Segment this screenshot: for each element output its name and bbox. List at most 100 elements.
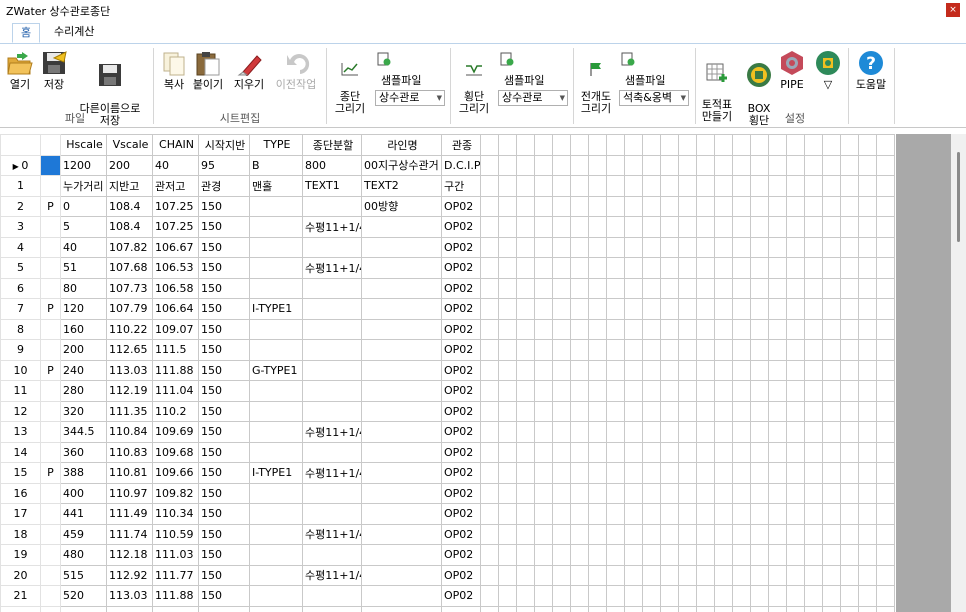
grid-cell[interactable]: 150 (198, 605, 250, 612)
grid-cell[interactable] (750, 154, 769, 176)
grid-cell[interactable] (552, 257, 571, 279)
grid-cell[interactable] (660, 277, 679, 299)
grid-cell[interactable] (606, 318, 625, 340)
grid-cell[interactable] (660, 421, 679, 443)
grid-cell[interactable] (570, 585, 589, 607)
grid-cell[interactable]: 110.59 (152, 523, 199, 545)
grid-cell[interactable] (750, 298, 769, 320)
grid-cell[interactable] (858, 175, 877, 197)
grid-cell[interactable] (696, 359, 715, 381)
grid-cell[interactable] (570, 482, 589, 504)
grid-cell[interactable] (570, 544, 589, 566)
grid-cell[interactable] (804, 318, 823, 340)
grid-cell[interactable] (732, 605, 751, 612)
grid-cell[interactable] (678, 154, 697, 176)
grid-cell[interactable] (552, 216, 571, 238)
grid-cell[interactable] (840, 523, 859, 545)
grid-cell[interactable] (714, 564, 733, 586)
grid-cell[interactable] (678, 359, 697, 381)
grid-cell[interactable] (660, 318, 679, 340)
grid-cell[interactable] (552, 523, 571, 545)
grid-cell[interactable] (361, 318, 442, 340)
grid-cell[interactable] (732, 441, 751, 463)
grid-cell[interactable] (302, 400, 362, 422)
grid-cell[interactable] (768, 503, 787, 525)
grid-cell[interactable] (302, 441, 362, 463)
grid-cell[interactable] (249, 257, 303, 279)
grid-cell[interactable] (732, 421, 751, 443)
grid-cell[interactable] (858, 318, 877, 340)
grid-cell[interactable] (624, 380, 643, 402)
grid-cell[interactable] (249, 421, 303, 443)
grid-cell[interactable] (588, 544, 607, 566)
grid-cell[interactable] (714, 523, 733, 545)
grid-cell[interactable] (750, 175, 769, 197)
grid-cell[interactable] (732, 462, 751, 484)
grid-cell[interactable] (534, 564, 553, 586)
grid-cell[interactable] (606, 380, 625, 402)
grid-cell[interactable] (786, 605, 805, 612)
grid-cell[interactable] (732, 400, 751, 422)
grid-cell[interactable] (606, 544, 625, 566)
grid-cell[interactable] (516, 544, 535, 566)
grid-cell[interactable] (786, 175, 805, 197)
column-header[interactable] (786, 134, 805, 156)
grid-cell[interactable] (534, 421, 553, 443)
grid-cell[interactable] (822, 216, 841, 238)
grid-cell[interactable] (588, 564, 607, 586)
grid-cell[interactable]: 107.73 (106, 277, 153, 299)
grid-cell[interactable] (642, 462, 661, 484)
grid-cell[interactable] (696, 216, 715, 238)
grid-cell[interactable] (822, 236, 841, 258)
grid-cell[interactable] (840, 359, 859, 381)
grid-cell[interactable] (678, 380, 697, 402)
grid-cell[interactable] (624, 359, 643, 381)
grid-cell[interactable] (516, 585, 535, 607)
grid-cell[interactable] (516, 257, 535, 279)
column-header[interactable] (660, 134, 679, 156)
row-flag[interactable] (40, 236, 61, 258)
grid-cell[interactable] (516, 421, 535, 443)
grid-cell[interactable]: OP02 (441, 462, 481, 484)
grid-cell[interactable]: 400 (60, 482, 107, 504)
grid-cell[interactable] (804, 605, 823, 612)
grid-cell[interactable]: 111.03 (152, 544, 199, 566)
grid-cell[interactable] (570, 605, 589, 612)
grid-cell[interactable] (361, 462, 442, 484)
grid-cell[interactable]: OP02 (441, 564, 481, 586)
grid-cell[interactable] (696, 195, 715, 217)
row-header[interactable]: 2 (0, 195, 41, 217)
grid-cell[interactable] (552, 175, 571, 197)
grid-cell[interactable]: 110.83 (106, 441, 153, 463)
grid-cell[interactable] (480, 175, 499, 197)
grid-cell[interactable] (858, 216, 877, 238)
grid-cell[interactable]: 150 (198, 277, 250, 299)
grid-cell[interactable] (606, 564, 625, 586)
grid-cell[interactable] (361, 523, 442, 545)
grid-cell[interactable]: 150 (198, 380, 250, 402)
grid-cell[interactable] (660, 380, 679, 402)
grid-cell[interactable] (624, 339, 643, 361)
grid-cell[interactable] (480, 482, 499, 504)
grid-cell[interactable] (660, 564, 679, 586)
grid-cell[interactable] (804, 339, 823, 361)
grid-cell[interactable] (660, 482, 679, 504)
grid-cell[interactable] (858, 400, 877, 422)
grid-cell[interactable] (822, 400, 841, 422)
grid-cell[interactable] (361, 503, 442, 525)
grid-cell[interactable] (858, 441, 877, 463)
grid-cell[interactable] (624, 236, 643, 258)
tab-home[interactable]: 홈 (12, 23, 41, 43)
grid-cell[interactable] (660, 154, 679, 176)
grid-cell[interactable] (534, 236, 553, 258)
cross-draw-button[interactable]: 횡단 그리기 (455, 50, 493, 115)
grid-cell[interactable] (480, 216, 499, 238)
grid-cell[interactable] (750, 544, 769, 566)
grid-cell[interactable] (480, 257, 499, 279)
grid-cell[interactable]: 80 (60, 277, 107, 299)
grid-cell[interactable] (480, 154, 499, 176)
grid-cell[interactable] (786, 236, 805, 258)
copy-button[interactable]: 복사 (158, 50, 190, 91)
grid-cell[interactable] (768, 195, 787, 217)
grid-cell[interactable] (858, 482, 877, 504)
